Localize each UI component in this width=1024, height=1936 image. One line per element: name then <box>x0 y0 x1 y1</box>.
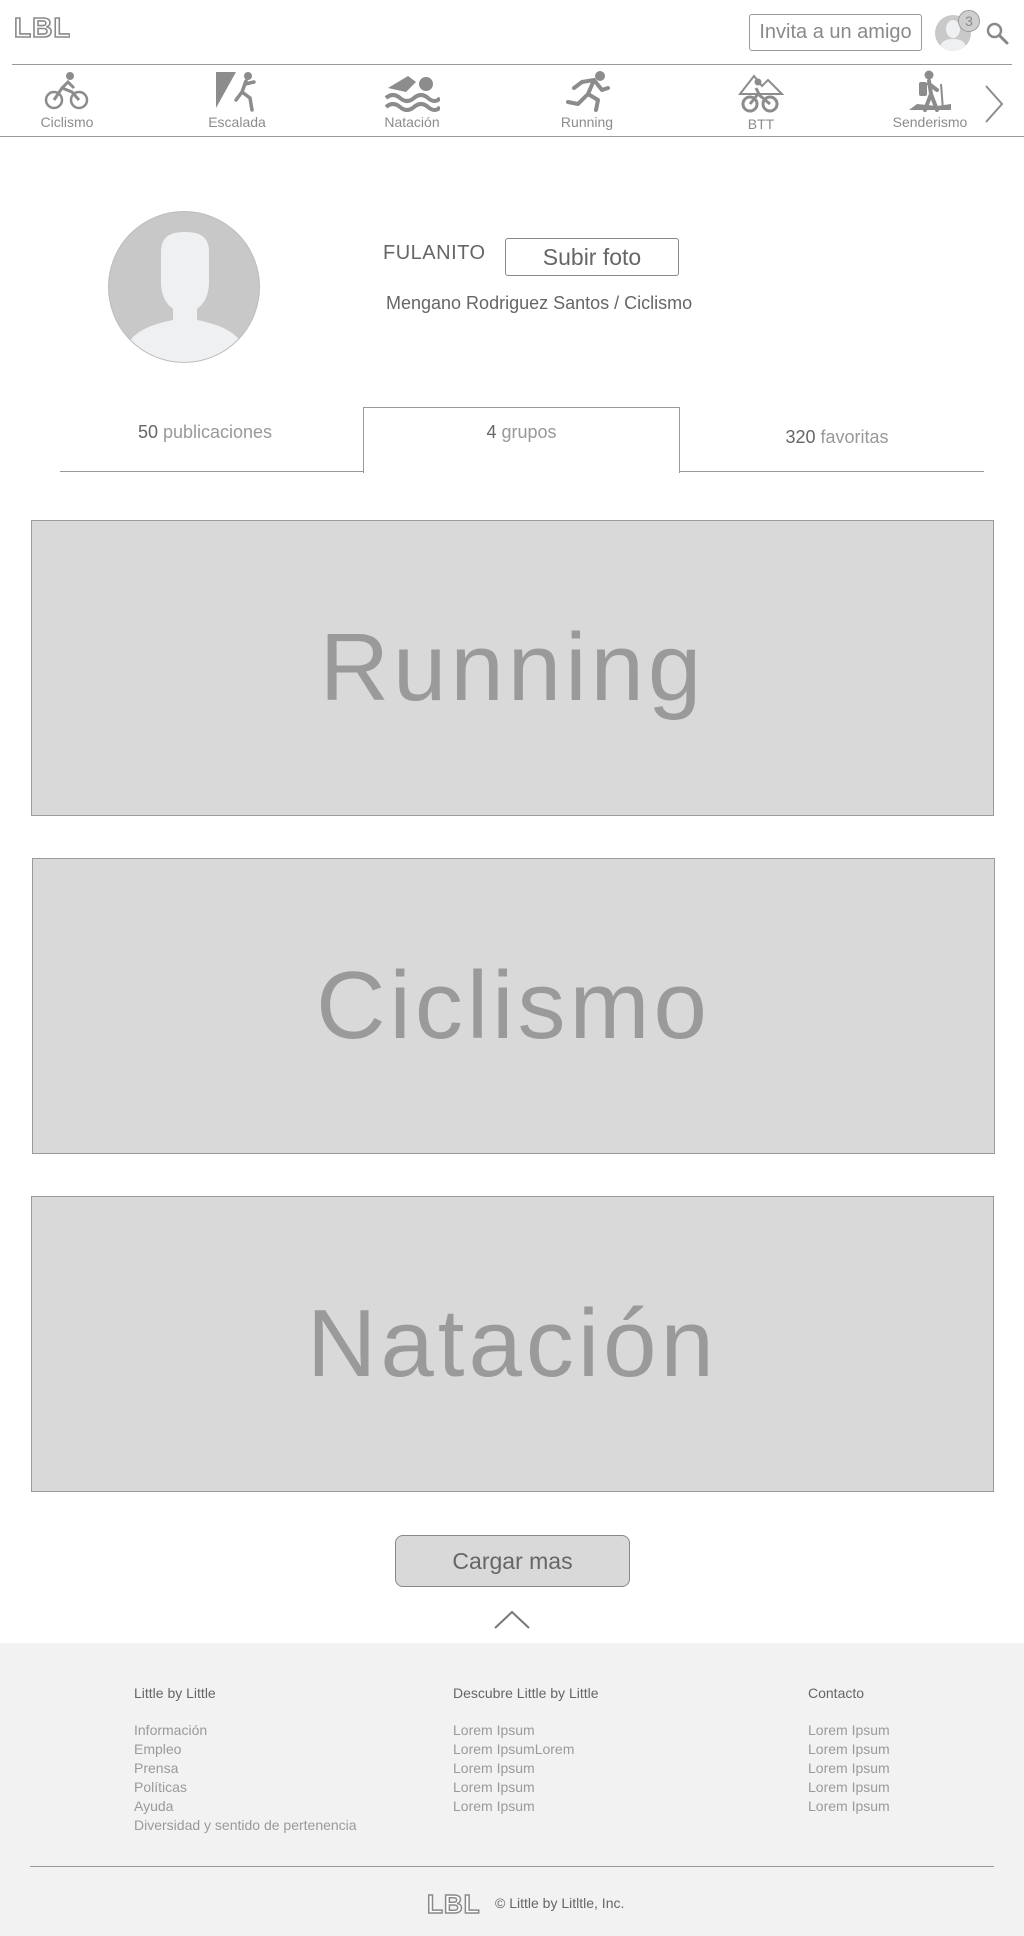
search-icon[interactable] <box>985 21 1009 45</box>
footer-column-title: Little by Little <box>134 1685 216 1701</box>
sport-nav-running[interactable]: Running <box>532 70 642 130</box>
tab-label: favoritas <box>820 427 889 447</box>
tab-label: publicaciones <box>162 422 273 442</box>
footer-link[interactable]: Lorem IpsumLorem <box>453 1740 599 1759</box>
tab-publicaciones[interactable]: 50 publicaciones <box>60 422 350 443</box>
footer-column-contacto: Contacto Lorem Ipsum Lorem Ipsum Lorem I… <box>808 1685 890 1816</box>
footer-link[interactable]: Lorem Ipsum <box>808 1721 890 1740</box>
tab-count: 320 <box>785 427 816 447</box>
load-more-button[interactable]: Cargar mas <box>395 1535 630 1587</box>
footer-link[interactable]: Ayuda <box>134 1797 357 1816</box>
footer-link[interactable]: Lorem Ipsum <box>453 1759 599 1778</box>
footer-divider <box>30 1866 994 1867</box>
swimming-icon <box>384 76 440 112</box>
footer-link[interactable]: Lorem Ipsum <box>808 1759 890 1778</box>
footer-link[interactable]: Políticas <box>134 1778 357 1797</box>
logo[interactable]: LBL <box>14 12 70 42</box>
sport-nav-natacion[interactable]: Natación <box>357 70 467 130</box>
footer-link[interactable]: Lorem Ipsum <box>453 1797 599 1816</box>
mountain-bike-icon <box>738 74 784 113</box>
group-card-label: Ciclismo <box>316 952 711 1059</box>
footer-link[interactable]: Lorem Ipsum <box>808 1740 890 1759</box>
footer-column-little-by-little: Little by Little Información Empleo Pren… <box>134 1685 357 1835</box>
footer-column-descubre: Descubre Little by Little Lorem Ipsum Lo… <box>453 1685 599 1816</box>
footer-link[interactable]: Prensa <box>134 1759 357 1778</box>
footer-link[interactable]: Información <box>134 1721 357 1740</box>
profile-username: FULANITO <box>383 242 486 264</box>
sport-label: Running <box>560 114 614 130</box>
logo-text: LBL <box>14 12 70 42</box>
footer-link[interactable]: Lorem Ipsum <box>453 1721 599 1740</box>
footer-link[interactable]: Diversidad y sentido de pertenencia <box>134 1816 357 1835</box>
tab-underline <box>60 471 363 472</box>
sport-nav-senderismo[interactable]: Senderismo <box>875 70 985 130</box>
footer-column-title: Contacto <box>808 1685 865 1701</box>
profile-fullname: Mengano Rodriguez Santos / Ciclismo <box>386 293 693 313</box>
sport-label: BTT <box>747 116 775 132</box>
group-card-label: Natación <box>307 1290 718 1397</box>
sport-label: Senderismo <box>892 114 968 130</box>
upload-photo-button[interactable]: Subir foto <box>505 238 679 276</box>
group-card-running[interactable]: Running <box>31 520 994 816</box>
page: LBL Invita a un amigo 3 Ciclismo Escalad… <box>0 0 1024 1936</box>
profile-photo[interactable] <box>108 211 260 363</box>
sport-label: Ciclismo <box>40 114 94 130</box>
tab-grupos[interactable]: 4 grupos <box>363 422 680 443</box>
footer-column-title: Descubre Little by Little <box>453 1685 599 1701</box>
bicycle-icon <box>44 72 89 110</box>
sport-nav-ciclismo[interactable]: Ciclismo <box>12 70 122 130</box>
tab-label: grupos <box>501 422 557 442</box>
tab-favoritas[interactable]: 320 favoritas <box>690 427 984 448</box>
nav-divider <box>0 136 1024 137</box>
running-icon <box>566 71 610 112</box>
tab-count: 50 <box>137 422 158 442</box>
tab-count: 4 <box>486 422 497 442</box>
sport-nav-btt[interactable]: BTT <box>706 70 816 132</box>
hiking-icon <box>909 70 951 112</box>
invite-friend-button[interactable]: Invita a un amigo <box>749 14 922 51</box>
footer-link[interactable]: Empleo <box>134 1740 357 1759</box>
sport-nav-escalada[interactable]: Escalada <box>182 70 292 130</box>
climbing-icon <box>216 72 256 112</box>
sport-label: Natación <box>384 114 440 130</box>
footer-logo-text: LBL <box>427 1890 481 1916</box>
group-card-ciclismo[interactable]: Ciclismo <box>32 858 995 1154</box>
header-divider <box>12 64 1012 65</box>
chevron-right-icon[interactable] <box>982 84 1006 124</box>
notification-badge[interactable]: 3 <box>958 10 980 32</box>
user-silhouette-icon <box>129 232 241 362</box>
sport-label: Escalada <box>208 114 266 130</box>
footer: Little by Little Información Empleo Pren… <box>0 1643 1024 1936</box>
group-card-label: Running <box>319 614 706 721</box>
footer-logo[interactable]: LBL <box>427 1890 481 1916</box>
copyright: © Little by Litltle, Inc. <box>495 1895 625 1911</box>
chevron-up-icon[interactable] <box>493 1608 531 1630</box>
footer-link[interactable]: Lorem Ipsum <box>808 1797 890 1816</box>
tab-underline <box>679 471 984 472</box>
footer-link[interactable]: Lorem Ipsum <box>453 1778 599 1797</box>
group-card-natacion[interactable]: Natación <box>31 1196 994 1492</box>
footer-link[interactable]: Lorem Ipsum <box>808 1778 890 1797</box>
